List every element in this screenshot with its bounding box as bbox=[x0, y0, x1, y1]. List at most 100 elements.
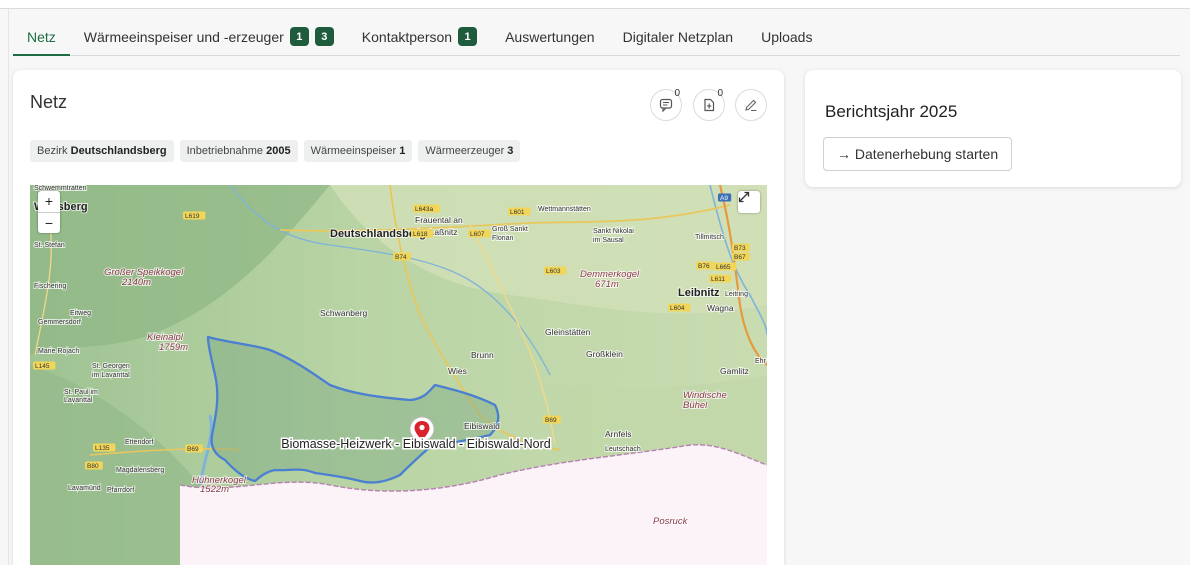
road-shield-label: L665 bbox=[716, 264, 731, 271]
fullscreen-button[interactable] bbox=[738, 191, 760, 213]
tab-kontaktperson[interactable]: Kontaktperson 1 bbox=[348, 18, 491, 55]
map-place-label: Bühel bbox=[683, 400, 708, 411]
map-place-label: im Lavanttal bbox=[92, 372, 130, 379]
map-place-label: 1522m bbox=[200, 484, 229, 495]
map-place-label: Gamlitz bbox=[720, 366, 749, 376]
map-place-label: Marie Rojach bbox=[38, 348, 79, 355]
map-place-label: Sankt Nikolai bbox=[593, 228, 634, 235]
map-place-label: Brunn bbox=[471, 350, 494, 360]
map-place-label: Arnfels bbox=[605, 429, 631, 439]
netz-card: Netz 0 0 Bezirk Deutschlandsberg Inbetri… bbox=[13, 70, 784, 565]
zoom-controls: + − bbox=[38, 191, 60, 233]
map-place-label: Pfarrdorf bbox=[107, 487, 134, 494]
tab-waermeeinspeiser[interactable]: Wärmeeinspeiser und -erzeuger 1 3 bbox=[70, 18, 348, 55]
map-place-label: Frauental an bbox=[415, 215, 463, 225]
pencil-icon bbox=[745, 99, 757, 111]
map-place-label: Posruck bbox=[653, 516, 689, 527]
road-shield-label: L607 bbox=[470, 231, 485, 238]
map-place-label: Gemmersdorf bbox=[38, 319, 81, 326]
road-shield-label: L619 bbox=[185, 213, 200, 220]
zoom-out-button[interactable]: − bbox=[38, 212, 60, 233]
netz-info-chips: Bezirk Deutschlandsberg Inbetriebnahme 2… bbox=[30, 140, 521, 162]
window-left-border bbox=[8, 9, 9, 565]
road-shield-label: B74 bbox=[395, 254, 407, 261]
expand-icon bbox=[738, 191, 750, 203]
road-shield-label: L618 bbox=[413, 231, 428, 238]
map-place-label: Ettendorf bbox=[125, 439, 153, 446]
road-shield-label: B69 bbox=[187, 446, 199, 453]
map-place-label: Wettmannstätten bbox=[538, 206, 591, 213]
tab-digitaler-netzplan[interactable]: Digitaler Netzplan bbox=[609, 18, 748, 55]
map-place-label: Fischering bbox=[34, 283, 66, 290]
map-place-label: Leitring bbox=[725, 291, 748, 298]
map-place-label: 1759m bbox=[159, 342, 188, 353]
chip-bezirk: Bezirk Deutschlandsberg bbox=[30, 140, 174, 162]
network-map[interactable]: Deutschlandsberg Frauental an der Laßnitz W… bbox=[30, 185, 767, 565]
map-place-label: Eitweg bbox=[70, 310, 91, 317]
file-upload-icon bbox=[704, 98, 715, 112]
road-shield-label: L603 bbox=[546, 268, 561, 275]
map-place-label: Florian bbox=[492, 235, 514, 242]
road-shield-label: L145 bbox=[35, 363, 50, 370]
map-place-label: Leibnitz bbox=[678, 287, 720, 299]
tab-label: Digitaler Netzplan bbox=[622, 28, 734, 45]
road-shield-label: L601 bbox=[510, 209, 525, 216]
tab-uploads[interactable]: Uploads bbox=[747, 18, 826, 55]
map-place-label: Lavanttal bbox=[64, 397, 93, 404]
report-year-title: Berichtsjahr 2025 bbox=[825, 102, 958, 121]
map-place-label: Eibiswald bbox=[464, 421, 500, 431]
map-place-label: Schwanberg bbox=[320, 308, 368, 318]
tab-label: Netz bbox=[27, 28, 56, 45]
map-place-label: Groß Sankt bbox=[492, 226, 528, 233]
comments-button[interactable]: 0 bbox=[650, 88, 682, 121]
chip-waermeerzeuger: Wärmeerzeuger 3 bbox=[418, 140, 521, 162]
count-badge: 1 bbox=[458, 27, 478, 46]
map-place-label: Magdalensberg bbox=[116, 467, 164, 474]
map-place-label: St. Stefan bbox=[34, 242, 65, 249]
count-badge: 3 bbox=[314, 27, 334, 46]
start-data-collection-button[interactable]: → Datenerhebung starten bbox=[823, 137, 1013, 171]
marker-label: Biomasse-Heizwerk - Eibiswald - Eibiswal… bbox=[281, 437, 551, 451]
pin-dot bbox=[419, 424, 425, 431]
map-place-label: 2140m bbox=[121, 277, 151, 288]
map-place-label: St. Paul im bbox=[64, 389, 98, 396]
tab-label: Uploads bbox=[761, 28, 813, 45]
road-shield-label: B76 bbox=[698, 263, 710, 270]
road-shield-label: L135 bbox=[95, 445, 110, 452]
road-shield-label: L604 bbox=[670, 305, 685, 312]
window-top-border bbox=[0, 0, 1190, 9]
tab-auswertungen[interactable]: Auswertungen bbox=[491, 18, 609, 55]
card-title: Netz bbox=[30, 92, 68, 112]
tab-label: Auswertungen bbox=[505, 28, 595, 45]
map-place-label: Tillmitsch bbox=[695, 234, 724, 241]
road-shield-label: A9 bbox=[720, 195, 728, 202]
comments-count: 0 bbox=[674, 88, 680, 99]
road-shield-label: L643a bbox=[415, 206, 433, 213]
map-canvas[interactable]: DeutschlandsbergFrauental ander LaßnitzW… bbox=[30, 185, 767, 565]
tab-label: Kontaktperson bbox=[361, 28, 453, 45]
map-place-label: im Sausal bbox=[593, 237, 624, 244]
edit-button[interactable] bbox=[735, 89, 767, 121]
map-place-label: Leutschach bbox=[605, 446, 641, 453]
chip-waermeeinspeiser: Wärmeeinspeiser 1 bbox=[303, 140, 413, 162]
chip-inbetriebnahme: Inbetriebnahme 2005 bbox=[179, 140, 298, 162]
tab-netz[interactable]: Netz bbox=[13, 18, 70, 56]
comment-icon bbox=[659, 98, 673, 112]
map-place-label: Großklein bbox=[586, 349, 623, 359]
tab-label: Wärmeeinspeiser und -erzeuger bbox=[83, 28, 284, 45]
map-place-label: St. Georgen bbox=[92, 363, 130, 370]
road-shield-label: B80 bbox=[87, 463, 99, 470]
map-place-label: Wies bbox=[448, 366, 467, 376]
road-shield-label: B73 bbox=[734, 245, 746, 252]
road-shield-label: B69 bbox=[545, 417, 557, 424]
map-place-label: Ehr bbox=[755, 358, 767, 365]
report-card: Berichtsjahr 2025 → Datenerhebung starte… bbox=[805, 70, 1181, 187]
map-place-label: Gleinstätten bbox=[545, 327, 591, 337]
tab-bar: Netz Wärmeeinspeiser und -erzeuger 1 3 K… bbox=[13, 18, 1180, 56]
road-shield-label: B67 bbox=[734, 254, 746, 261]
attachments-count: 0 bbox=[717, 88, 723, 99]
zoom-in-button[interactable]: + bbox=[38, 191, 60, 212]
attachments-button[interactable]: 0 bbox=[693, 88, 725, 121]
map-place-label: Lavamünd bbox=[68, 485, 101, 492]
road-shield-label: L611 bbox=[711, 276, 725, 283]
